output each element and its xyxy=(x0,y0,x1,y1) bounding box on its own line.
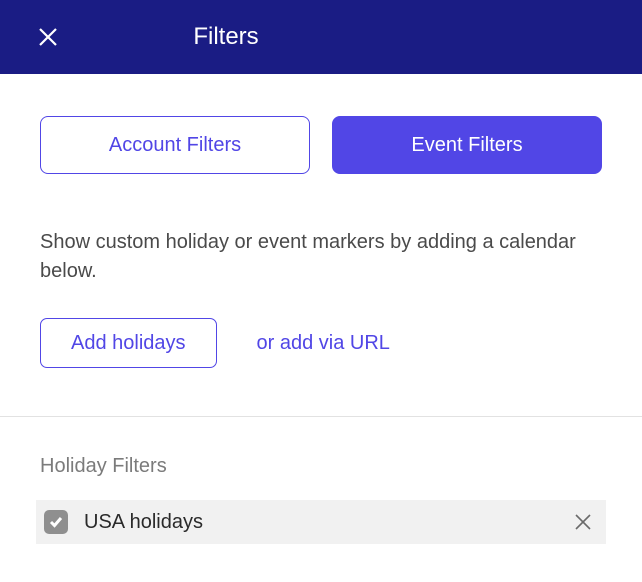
close-icon xyxy=(37,26,59,48)
tab-account-label: Account Filters xyxy=(109,134,241,157)
filter-label: USA holidays xyxy=(84,511,572,534)
filter-row: USA holidays xyxy=(36,500,606,544)
panel-header: Filters xyxy=(0,0,642,74)
add-holidays-button[interactable]: Add holidays xyxy=(40,318,217,368)
close-icon xyxy=(574,513,592,531)
add-via-url-link[interactable]: or add via URL xyxy=(257,332,390,355)
tab-event-label: Event Filters xyxy=(411,134,522,157)
remove-filter-button[interactable] xyxy=(572,511,594,533)
actions-row: Add holidays or add via URL xyxy=(0,286,642,416)
section-label: Holiday Filters xyxy=(0,417,642,500)
description-text: Show custom holiday or event markers by … xyxy=(0,174,642,286)
tab-account-filters[interactable]: Account Filters xyxy=(40,116,310,174)
panel-title: Filters xyxy=(193,23,258,51)
filter-checkbox[interactable] xyxy=(44,510,68,534)
checkmark-icon xyxy=(49,516,63,528)
tab-event-filters[interactable]: Event Filters xyxy=(332,116,602,174)
add-via-url-label: or add via URL xyxy=(257,332,390,354)
add-holidays-label: Add holidays xyxy=(71,332,186,355)
tabs-row: Account Filters Event Filters xyxy=(0,74,642,174)
close-button[interactable] xyxy=(34,23,62,51)
